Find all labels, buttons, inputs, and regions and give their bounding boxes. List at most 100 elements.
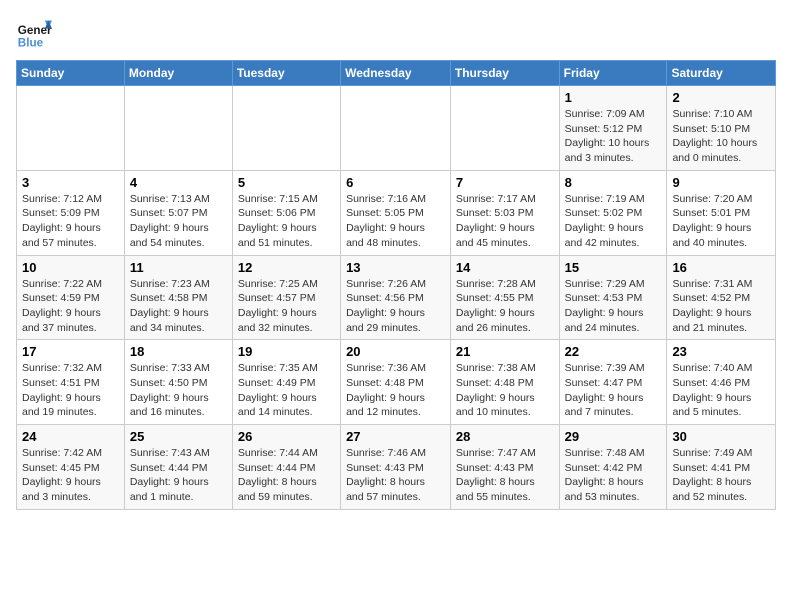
day-number: 6 <box>346 175 445 190</box>
day-detail: Sunrise: 7:47 AM Sunset: 4:43 PM Dayligh… <box>456 446 554 505</box>
calendar-cell: 18Sunrise: 7:33 AM Sunset: 4:50 PM Dayli… <box>124 340 232 425</box>
calendar-cell: 28 Sunrise: 7:47 AM Sunset: 4:43 PM Dayli… <box>450 425 559 510</box>
day-number: 10 <box>22 260 119 275</box>
weekday-header-tuesday: Tuesday <box>232 61 340 86</box>
calendar-cell: 26 Sunrise: 7:44 AM Sunset: 4:44 PM Dayli… <box>232 425 340 510</box>
calendar-cell: 30 Sunrise: 7:49 AM Sunset: 4:41 PM Dayli… <box>667 425 776 510</box>
day-number: 26 <box>238 429 335 444</box>
day-number: 2 <box>672 90 770 105</box>
header: General Blue <box>16 16 776 52</box>
day-number: 23 <box>672 344 770 359</box>
day-number: 27 <box>346 429 445 444</box>
calendar-cell: 8 Sunrise: 7:19 AM Sunset: 5:02 PM Daylig… <box>559 170 667 255</box>
day-detail: Sunrise: 7:43 AM Sunset: 4:44 PM Dayligh… <box>130 446 227 505</box>
calendar-cell: 2 Sunrise: 7:10 AM Sunset: 5:10 PM Daylig… <box>667 86 776 171</box>
day-number: 15 <box>565 260 662 275</box>
day-detail: Sunrise: 7:12 AM Sunset: 5:09 PM Dayligh… <box>22 192 119 251</box>
day-number: 7 <box>456 175 554 190</box>
day-detail: Sunrise: 7:35 AM Sunset: 4:49 PM Dayligh… <box>238 361 335 420</box>
day-detail: Sunrise: 7:31 AM Sunset: 4:52 PM Dayligh… <box>672 277 770 336</box>
day-detail: Sunrise: 7:26 AM Sunset: 4:56 PM Dayligh… <box>346 277 445 336</box>
day-number: 20 <box>346 344 445 359</box>
day-number: 18 <box>130 344 227 359</box>
calendar-cell: 21 Sunrise: 7:38 AM Sunset: 4:48 PM Dayli… <box>450 340 559 425</box>
day-number: 19 <box>238 344 335 359</box>
day-detail: Sunrise: 7:36 AM Sunset: 4:48 PM Dayligh… <box>346 361 445 420</box>
day-detail: Sunrise: 7:49 AM Sunset: 4:41 PM Dayligh… <box>672 446 770 505</box>
calendar-cell: 7 Sunrise: 7:17 AM Sunset: 5:03 PM Daylig… <box>450 170 559 255</box>
calendar-cell: 20 Sunrise: 7:36 AM Sunset: 4:48 PM Dayli… <box>341 340 451 425</box>
calendar-cell: 9 Sunrise: 7:20 AM Sunset: 5:01 PM Daylig… <box>667 170 776 255</box>
calendar-cell <box>232 86 340 171</box>
day-number: 16 <box>672 260 770 275</box>
day-detail: Sunrise: 7:22 AM Sunset: 4:59 PM Dayligh… <box>22 277 119 336</box>
day-number: 9 <box>672 175 770 190</box>
day-number: 4 <box>130 175 227 190</box>
weekday-header-sunday: Sunday <box>17 61 125 86</box>
weekday-header-saturday: Saturday <box>667 61 776 86</box>
day-detail: Sunrise: 7:09 AM Sunset: 5:12 PM Dayligh… <box>565 107 662 166</box>
calendar-cell: 17 Sunrise: 7:32 AM Sunset: 4:51 PM Dayli… <box>17 340 125 425</box>
calendar-cell: 16 Sunrise: 7:31 AM Sunset: 4:52 PM Dayli… <box>667 255 776 340</box>
calendar-cell: 15 Sunrise: 7:29 AM Sunset: 4:53 PM Dayli… <box>559 255 667 340</box>
day-detail: Sunrise: 7:23 AM Sunset: 4:58 PM Dayligh… <box>130 277 227 336</box>
day-number: 22 <box>565 344 662 359</box>
day-detail: Sunrise: 7:16 AM Sunset: 5:05 PM Dayligh… <box>346 192 445 251</box>
calendar-cell: 3 Sunrise: 7:12 AM Sunset: 5:09 PM Daylig… <box>17 170 125 255</box>
day-detail: Sunrise: 7:13 AM Sunset: 5:07 PM Dayligh… <box>130 192 227 251</box>
logo: General Blue <box>16 16 52 52</box>
day-detail: Sunrise: 7:15 AM Sunset: 5:06 PM Dayligh… <box>238 192 335 251</box>
day-number: 28 <box>456 429 554 444</box>
day-number: 14 <box>456 260 554 275</box>
day-number: 29 <box>565 429 662 444</box>
calendar-cell: 22 Sunrise: 7:39 AM Sunset: 4:47 PM Dayli… <box>559 340 667 425</box>
svg-text:Blue: Blue <box>18 37 44 50</box>
day-number: 12 <box>238 260 335 275</box>
day-number: 24 <box>22 429 119 444</box>
day-number: 8 <box>565 175 662 190</box>
calendar-cell: 13 Sunrise: 7:26 AM Sunset: 4:56 PM Dayli… <box>341 255 451 340</box>
day-number: 5 <box>238 175 335 190</box>
day-number: 17 <box>22 344 119 359</box>
calendar-cell: 23 Sunrise: 7:40 AM Sunset: 4:46 PM Dayli… <box>667 340 776 425</box>
calendar-cell: 29 Sunrise: 7:48 AM Sunset: 4:42 PM Dayli… <box>559 425 667 510</box>
day-detail: Sunrise: 7:40 AM Sunset: 4:46 PM Dayligh… <box>672 361 770 420</box>
calendar-cell: 27 Sunrise: 7:46 AM Sunset: 4:43 PM Dayli… <box>341 425 451 510</box>
day-detail: Sunrise: 7:44 AM Sunset: 4:44 PM Dayligh… <box>238 446 335 505</box>
weekday-header-monday: Monday <box>124 61 232 86</box>
day-number: 3 <box>22 175 119 190</box>
weekday-header-friday: Friday <box>559 61 667 86</box>
calendar-cell: 5 Sunrise: 7:15 AM Sunset: 5:06 PM Daylig… <box>232 170 340 255</box>
calendar-cell: 4 Sunrise: 7:13 AM Sunset: 5:07 PM Daylig… <box>124 170 232 255</box>
calendar-cell: 14 Sunrise: 7:28 AM Sunset: 4:55 PM Dayli… <box>450 255 559 340</box>
calendar-cell: 25 Sunrise: 7:43 AM Sunset: 4:44 PM Dayli… <box>124 425 232 510</box>
day-detail: Sunrise: 7:17 AM Sunset: 5:03 PM Dayligh… <box>456 192 554 251</box>
calendar-cell: 1 Sunrise: 7:09 AM Sunset: 5:12 PM Daylig… <box>559 86 667 171</box>
weekday-header-wednesday: Wednesday <box>341 61 451 86</box>
day-detail: Sunrise: 7:32 AM Sunset: 4:51 PM Dayligh… <box>22 361 119 420</box>
day-number: 30 <box>672 429 770 444</box>
day-detail: Sunrise: 7:46 AM Sunset: 4:43 PM Dayligh… <box>346 446 445 505</box>
calendar-cell <box>450 86 559 171</box>
calendar-cell: 10 Sunrise: 7:22 AM Sunset: 4:59 PM Dayli… <box>17 255 125 340</box>
calendar-cell <box>124 86 232 171</box>
day-detail: Sunrise: 7:20 AM Sunset: 5:01 PM Dayligh… <box>672 192 770 251</box>
day-detail: Sunrise: 7:25 AM Sunset: 4:57 PM Dayligh… <box>238 277 335 336</box>
day-detail: Sunrise: 7:48 AM Sunset: 4:42 PM Dayligh… <box>565 446 662 505</box>
day-number: 21 <box>456 344 554 359</box>
calendar-cell: 11 Sunrise: 7:23 AM Sunset: 4:58 PM Dayli… <box>124 255 232 340</box>
day-number: 25 <box>130 429 227 444</box>
day-number: 1 <box>565 90 662 105</box>
day-detail: Sunrise: 7:19 AM Sunset: 5:02 PM Dayligh… <box>565 192 662 251</box>
day-number: 13 <box>346 260 445 275</box>
day-detail: Sunrise: 7:39 AM Sunset: 4:47 PM Dayligh… <box>565 361 662 420</box>
day-detail: Sunrise: 7:28 AM Sunset: 4:55 PM Dayligh… <box>456 277 554 336</box>
calendar-cell <box>341 86 451 171</box>
day-detail: Sunrise: 7:38 AM Sunset: 4:48 PM Dayligh… <box>456 361 554 420</box>
weekday-header-thursday: Thursday <box>450 61 559 86</box>
day-detail: Sunrise: 7:10 AM Sunset: 5:10 PM Dayligh… <box>672 107 770 166</box>
day-detail: Sunrise: 7:29 AM Sunset: 4:53 PM Dayligh… <box>565 277 662 336</box>
logo-icon: General Blue <box>16 16 52 52</box>
day-number: 11 <box>130 260 227 275</box>
calendar-table: SundayMondayTuesdayWednesdayThursdayFrid… <box>16 60 776 510</box>
